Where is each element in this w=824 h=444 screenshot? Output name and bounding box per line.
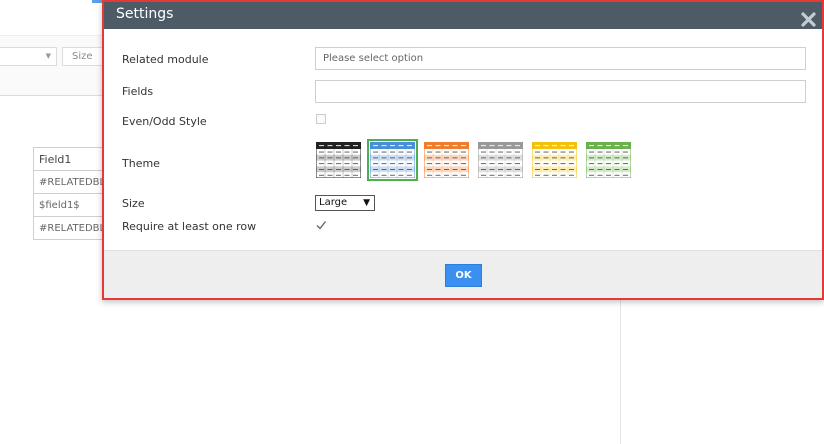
- font-select[interactable]: ont ▼: [0, 47, 57, 66]
- size-label: Size: [122, 197, 145, 210]
- dialog-title: Settings: [116, 6, 174, 22]
- settings-dialog: Settings Related module Fields Even/Odd …: [102, 0, 824, 300]
- size-select-value: Size: [72, 51, 93, 62]
- fields-label: Fields: [122, 85, 154, 98]
- require-row-label: Require at least one row: [122, 220, 257, 233]
- theme-option-blue[interactable]: [367, 139, 418, 181]
- require-row-checkbox[interactable]: [316, 220, 326, 230]
- related-module-label: Related module: [122, 53, 209, 66]
- close-icon[interactable]: [801, 12, 816, 27]
- dialog-header: Settings: [104, 2, 822, 29]
- theme-option-black[interactable]: [316, 142, 361, 178]
- ok-button[interactable]: OK: [445, 264, 482, 287]
- fields-input[interactable]: [315, 80, 806, 103]
- dialog-footer: OK: [104, 250, 822, 298]
- chevron-down-icon: ▼: [45, 52, 51, 60]
- theme-option-gray[interactable]: [478, 142, 523, 178]
- theme-label: Theme: [122, 157, 160, 170]
- theme-option-yellow[interactable]: [532, 142, 577, 178]
- even-odd-label: Even/Odd Style: [122, 115, 207, 128]
- size-dropdown[interactable]: Large ▼: [315, 195, 375, 211]
- related-module-input[interactable]: [315, 47, 806, 70]
- theme-option-green[interactable]: [586, 142, 631, 178]
- size-dropdown-value: Large: [319, 197, 348, 208]
- even-odd-checkbox[interactable]: [316, 114, 326, 124]
- dropdown-arrow-icon: ▼: [363, 198, 370, 208]
- theme-option-orange[interactable]: [424, 142, 469, 178]
